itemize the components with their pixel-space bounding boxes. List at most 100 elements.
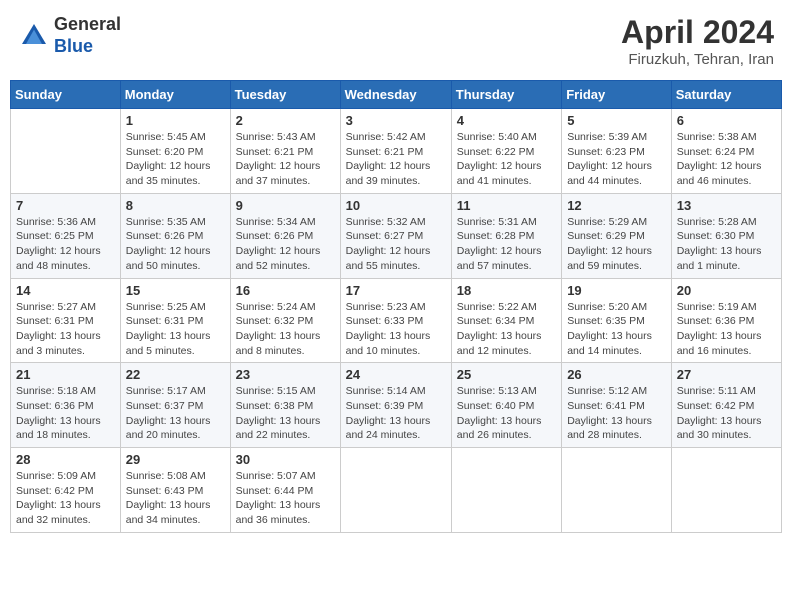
day-info: Sunrise: 5:08 AMSunset: 6:43 PMDaylight:… [126, 469, 225, 528]
day-info: Sunrise: 5:12 AMSunset: 6:41 PMDaylight:… [567, 384, 666, 443]
day-info-line: Daylight: 12 hours [346, 245, 431, 257]
day-info-line: and 16 minutes. [677, 345, 752, 357]
day-info-line: Sunset: 6:31 PM [126, 315, 204, 327]
calendar-cell: 21Sunrise: 5:18 AMSunset: 6:36 PMDayligh… [11, 363, 121, 448]
calendar-cell: 24Sunrise: 5:14 AMSunset: 6:39 PMDayligh… [340, 363, 451, 448]
day-info-line: Sunset: 6:36 PM [16, 400, 94, 412]
calendar-cell: 6Sunrise: 5:38 AMSunset: 6:24 PMDaylight… [671, 109, 781, 194]
calendar-cell: 3 Sunrise: 5:42 AMSunset: 6:21 PMDaylight… [340, 109, 451, 194]
day-number: 2 [236, 113, 335, 128]
day-info-line: Sunset: 6:42 PM [16, 485, 94, 497]
day-info-line: Sunset: 6:26 PM [236, 230, 314, 242]
day-info: Sunrise: 5:13 AMSunset: 6:40 PMDaylight:… [457, 384, 556, 443]
day-number: 16 [236, 283, 335, 298]
day-info: Sunrise: 5:09 AMSunset: 6:42 PMDaylight:… [16, 469, 115, 528]
weekday-header-friday: Friday [562, 81, 672, 109]
day-info: Sunrise: 5:27 AMSunset: 6:31 PMDaylight:… [16, 300, 115, 359]
day-info-line: and 24 minutes. [346, 429, 421, 441]
day-info: Sunrise: 5:43 AMSunset: 6:21 PMDaylight:… [236, 130, 335, 189]
day-info: Sunrise: 5:19 AMSunset: 6:36 PMDaylight:… [677, 300, 776, 359]
location: Firuzkuh, Tehran, Iran [621, 51, 774, 68]
calendar-cell [340, 448, 451, 533]
page-header: General Blue April 2024 Firuzkuh, Tehran… [10, 10, 782, 72]
logo-line2: Blue [54, 36, 121, 58]
day-number: 28 [16, 452, 115, 467]
logo-icon [18, 20, 50, 52]
calendar-cell: 12Sunrise: 5:29 AMSunset: 6:29 PMDayligh… [562, 193, 672, 278]
day-info-line: Sunrise: 5:35 AM [126, 216, 206, 228]
day-info-line: Daylight: 12 hours [16, 245, 101, 257]
calendar-cell: 22Sunrise: 5:17 AMSunset: 6:37 PMDayligh… [120, 363, 230, 448]
weekday-header-saturday: Saturday [671, 81, 781, 109]
day-info: Sunrise: 5:17 AMSunset: 6:37 PMDaylight:… [126, 384, 225, 443]
day-info-line: Sunrise: 5:28 AM [677, 216, 757, 228]
day-info-line: Sunrise: 5:34 AM [236, 216, 316, 228]
calendar-week-row: 21Sunrise: 5:18 AMSunset: 6:36 PMDayligh… [11, 363, 782, 448]
day-number: 10 [346, 198, 446, 213]
calendar-cell: 29Sunrise: 5:08 AMSunset: 6:43 PMDayligh… [120, 448, 230, 533]
day-info-line: Sunset: 6:20 PM [126, 146, 204, 158]
day-info-line: Sunrise: 5:39 AM [567, 131, 647, 143]
day-info-line: Sunrise: 5:27 AM [16, 301, 96, 313]
day-number: 7 [16, 198, 115, 213]
day-info-line: Sunrise: 5:40 AM [457, 131, 537, 143]
day-info: Sunrise: 5:20 AMSunset: 6:35 PMDaylight:… [567, 300, 666, 359]
calendar-cell: 1Sunrise: 5:45 AMSunset: 6:20 PMDaylight… [120, 109, 230, 194]
day-info-line: Daylight: 12 hours [567, 245, 652, 257]
day-info: Sunrise: 5:40 AMSunset: 6:22 PMDaylight:… [457, 130, 556, 189]
day-info-line: Daylight: 13 hours [457, 330, 542, 342]
day-info: Sunrise: 5:31 AMSunset: 6:28 PMDaylight:… [457, 215, 556, 274]
day-info-line: Daylight: 13 hours [126, 330, 211, 342]
day-info-line: and 8 minutes. [236, 345, 305, 357]
day-info: Sunrise: 5:15 AMSunset: 6:38 PMDaylight:… [236, 384, 335, 443]
day-info-line: Sunset: 6:44 PM [236, 485, 314, 497]
calendar-cell: 11Sunrise: 5:31 AMSunset: 6:28 PMDayligh… [451, 193, 561, 278]
day-number: 13 [677, 198, 776, 213]
day-info: Sunrise: 5:38 AMSunset: 6:24 PMDaylight:… [677, 130, 776, 189]
day-number: 23 [236, 367, 335, 382]
day-info-line: and 18 minutes. [16, 429, 91, 441]
calendar-cell: 18Sunrise: 5:22 AMSunset: 6:34 PMDayligh… [451, 278, 561, 363]
day-info-line: Daylight: 13 hours [567, 415, 652, 427]
day-info-line: Daylight: 13 hours [16, 415, 101, 427]
day-number: 17 [346, 283, 446, 298]
day-info: Sunrise: 5:28 AMSunset: 6:30 PMDaylight:… [677, 215, 776, 274]
day-info-line: Sunset: 6:37 PM [126, 400, 204, 412]
day-number: 12 [567, 198, 666, 213]
day-info-line: Daylight: 12 hours [236, 160, 321, 172]
day-number: 19 [567, 283, 666, 298]
calendar-cell: 7Sunrise: 5:36 AMSunset: 6:25 PMDaylight… [11, 193, 121, 278]
day-info-line: Daylight: 13 hours [236, 415, 321, 427]
day-number: 1 [126, 113, 225, 128]
day-info-line: Sunrise: 5:08 AM [126, 470, 206, 482]
day-info-line: and 39 minutes. [346, 175, 421, 187]
day-info-line: and 3 minutes. [16, 345, 85, 357]
day-info-line: and 55 minutes. [346, 260, 421, 272]
weekday-header-tuesday: Tuesday [230, 81, 340, 109]
calendar-cell: 27Sunrise: 5:11 AMSunset: 6:42 PMDayligh… [671, 363, 781, 448]
day-info-line: Daylight: 13 hours [236, 330, 321, 342]
calendar-week-row: 1Sunrise: 5:45 AMSunset: 6:20 PMDaylight… [11, 109, 782, 194]
day-info-line: Sunrise: 5:18 AM [16, 385, 96, 397]
day-info-line: and 20 minutes. [126, 429, 201, 441]
calendar-cell: 10Sunrise: 5:32 AMSunset: 6:27 PMDayligh… [340, 193, 451, 278]
day-info: Sunrise: 5:42 AMSunset: 6:21 PMDaylight:… [346, 130, 446, 189]
logo-line1: General [54, 14, 121, 36]
day-info-line: and 44 minutes. [567, 175, 642, 187]
day-info-line: Sunrise: 5:20 AM [567, 301, 647, 313]
day-info-line: Sunset: 6:22 PM [457, 146, 535, 158]
day-number: 3 [346, 113, 446, 128]
day-info-line: Sunset: 6:26 PM [126, 230, 204, 242]
day-info-line: Daylight: 13 hours [677, 330, 762, 342]
day-info-line: and 10 minutes. [346, 345, 421, 357]
day-number: 20 [677, 283, 776, 298]
day-info: Sunrise: 5:39 AMSunset: 6:23 PMDaylight:… [567, 130, 666, 189]
day-info: Sunrise: 5:07 AMSunset: 6:44 PMDaylight:… [236, 469, 335, 528]
day-number: 15 [126, 283, 225, 298]
day-info-line: Sunset: 6:24 PM [677, 146, 755, 158]
day-info-line: Sunset: 6:39 PM [346, 400, 424, 412]
day-info-line: Sunset: 6:31 PM [16, 315, 94, 327]
day-info-line: Sunrise: 5:22 AM [457, 301, 537, 313]
calendar-cell: 5Sunrise: 5:39 AMSunset: 6:23 PMDaylight… [562, 109, 672, 194]
day-info-line: Daylight: 13 hours [126, 499, 211, 511]
